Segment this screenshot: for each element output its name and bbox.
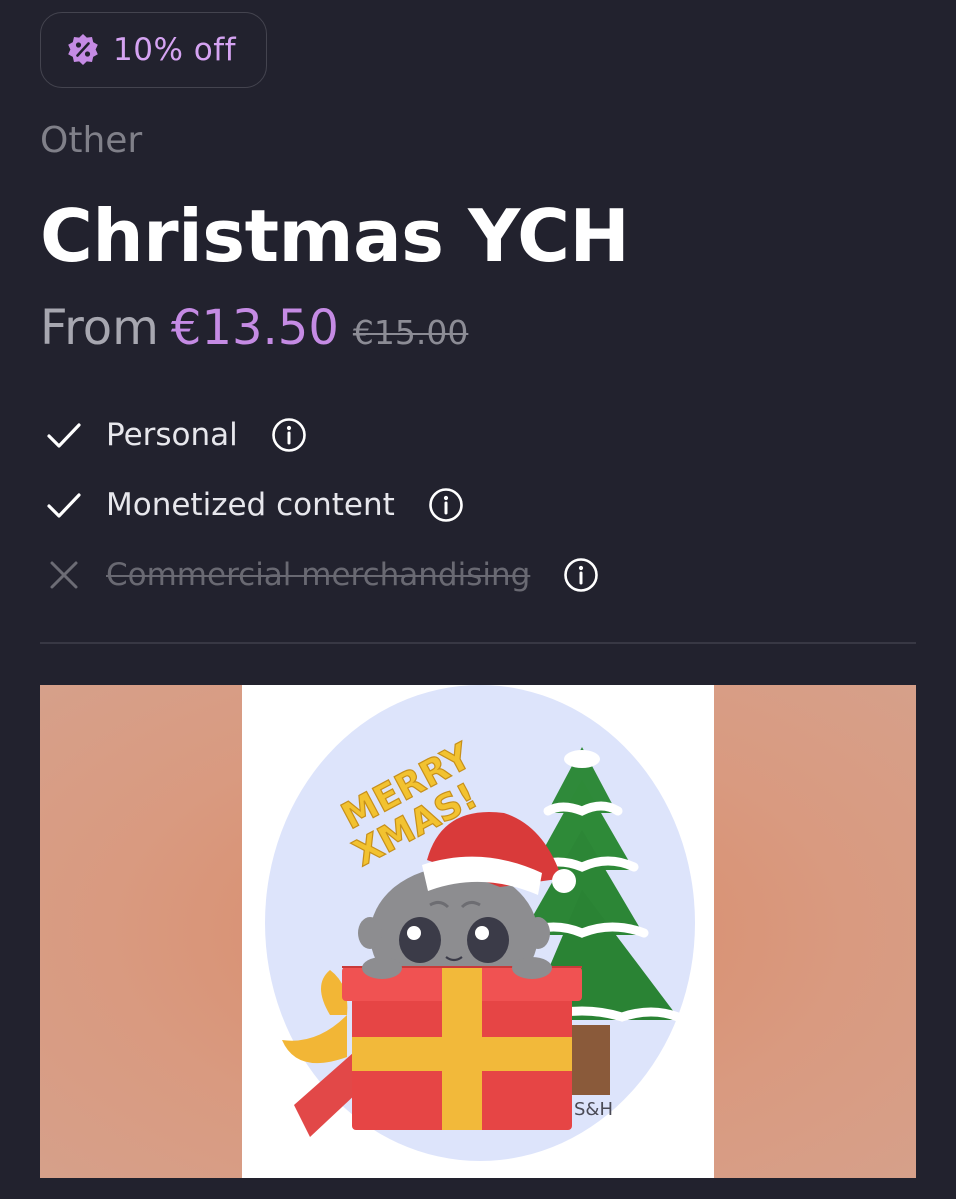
gift-box	[282, 966, 582, 1137]
license-item-commercial: Commercial merchandising	[44, 540, 600, 610]
discount-badge: 10% off	[40, 12, 267, 88]
license-item-monetized: Monetized content	[44, 470, 600, 540]
product-category: Other	[40, 120, 143, 161]
price-row: From €13.50 €15.00	[40, 300, 468, 356]
info-icon[interactable]	[427, 486, 465, 524]
price-prefix: From	[40, 300, 159, 356]
license-label: Monetized content	[106, 487, 395, 523]
artist-signature: S&H	[574, 1099, 613, 1120]
license-label: Commercial merchandising	[106, 557, 531, 593]
check-icon	[47, 423, 81, 448]
info-icon[interactable]	[270, 416, 308, 454]
license-list: Personal Monetized content Commercial me…	[44, 400, 600, 610]
artwork-image: MERRY XMAS! S&H	[242, 685, 714, 1178]
percent-badge-icon	[68, 34, 98, 65]
discount-label: 10% off	[113, 32, 237, 68]
license-item-personal: Personal	[44, 400, 600, 470]
info-icon[interactable]	[562, 556, 600, 594]
license-label: Personal	[106, 417, 238, 453]
x-icon	[50, 561, 78, 589]
section-divider	[40, 642, 916, 644]
check-icon	[47, 493, 81, 518]
price-current: €13.50	[170, 300, 339, 356]
product-gallery[interactable]: MERRY XMAS! S&H	[40, 685, 916, 1178]
product-title: Christmas YCH	[40, 194, 630, 278]
price-original: €15.00	[352, 313, 469, 352]
